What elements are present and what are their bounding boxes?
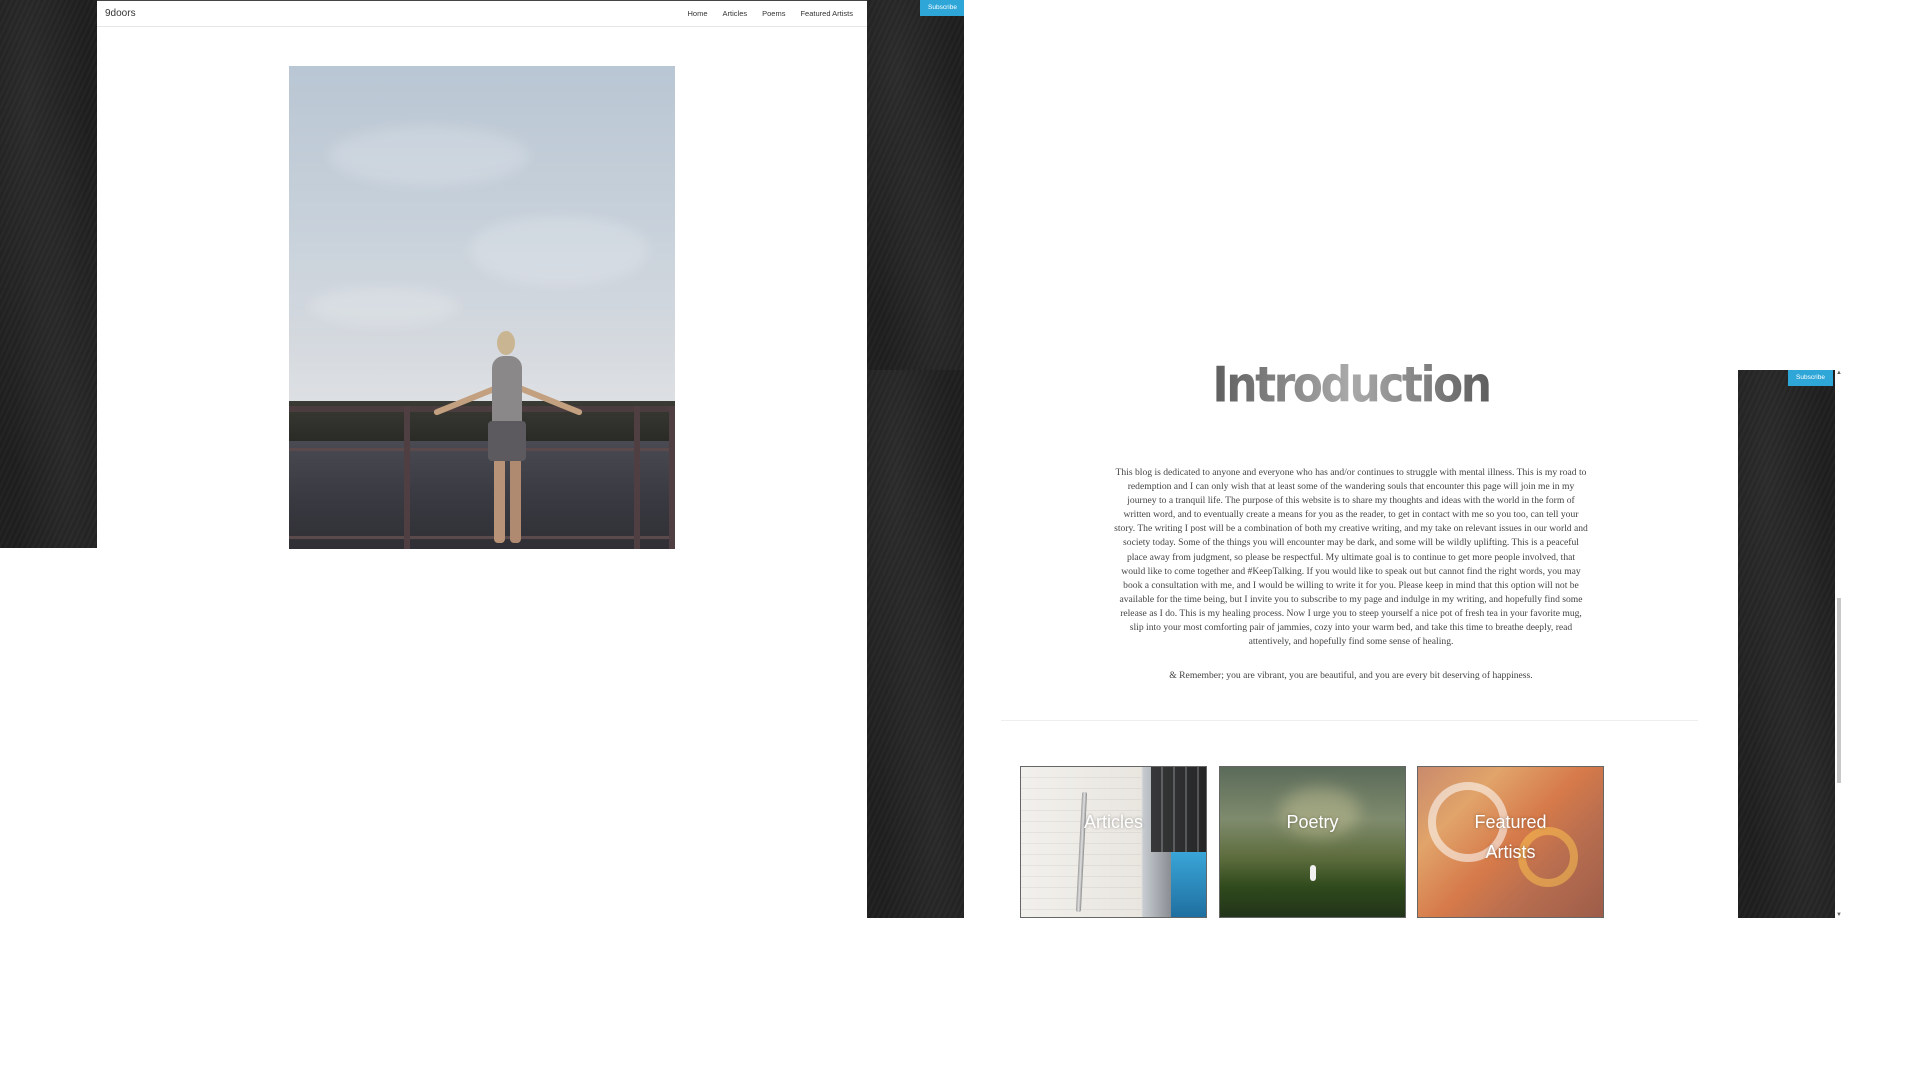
- card-articles[interactable]: Articles: [1020, 766, 1207, 918]
- left-browser-window: 9doors Home Articles Poems Featured Arti…: [0, 0, 971, 549]
- intro-heading: Introduction: [964, 357, 1738, 414]
- card-featured-artists[interactable]: Featured Artists: [1417, 766, 1604, 918]
- site-brand[interactable]: 9doors: [105, 8, 136, 19]
- nav-link-poems[interactable]: Poems: [762, 9, 785, 18]
- scrollbar[interactable]: ▲ ▼: [1835, 370, 1843, 918]
- background-texture-right: [867, 0, 965, 370]
- scroll-up-arrow-icon[interactable]: ▲: [1836, 370, 1842, 376]
- hero-image-woman-at-railing: [289, 66, 675, 549]
- top-navigation-bar: 9doors Home Articles Poems Featured Arti…: [97, 1, 867, 27]
- intro-paragraph: This blog is dedicated to anyone and eve…: [1114, 467, 1588, 648]
- nav-link-articles[interactable]: Articles: [723, 9, 748, 18]
- subscribe-button[interactable]: Subscribe: [1788, 370, 1833, 386]
- nav-link-home[interactable]: Home: [688, 9, 708, 18]
- nav-link-featured-artists[interactable]: Featured Artists: [800, 9, 853, 18]
- background-texture-left: [867, 370, 964, 918]
- section-divider: [1001, 720, 1698, 721]
- right-browser-window: Introduction This blog is dedicated to a…: [867, 0, 1847, 918]
- card-label-poetry: Poetry: [1286, 812, 1339, 832]
- card-label-featured-artists: Featured Artists: [1474, 812, 1547, 862]
- card-poetry[interactable]: Poetry: [1219, 766, 1406, 918]
- subscribe-button[interactable]: Subscribe: [920, 0, 965, 16]
- page-content-right: Introduction This blog is dedicated to a…: [964, 0, 1738, 918]
- nav-links: Home Articles Poems Featured Artists: [688, 9, 853, 18]
- page-content-left: 9doors Home Articles Poems Featured Arti…: [97, 0, 867, 549]
- background-texture-left: [0, 0, 97, 548]
- intro-closing-line: & Remember; you are vibrant, you are bea…: [1169, 670, 1533, 681]
- scrollbar-thumb[interactable]: [1837, 598, 1841, 783]
- category-cards: Articles Poetry Featured Artists: [964, 766, 1738, 918]
- card-label-articles: Articles: [1083, 812, 1143, 832]
- scroll-down-arrow-icon[interactable]: ▼: [1836, 912, 1842, 918]
- background-texture-right: [1738, 370, 1835, 918]
